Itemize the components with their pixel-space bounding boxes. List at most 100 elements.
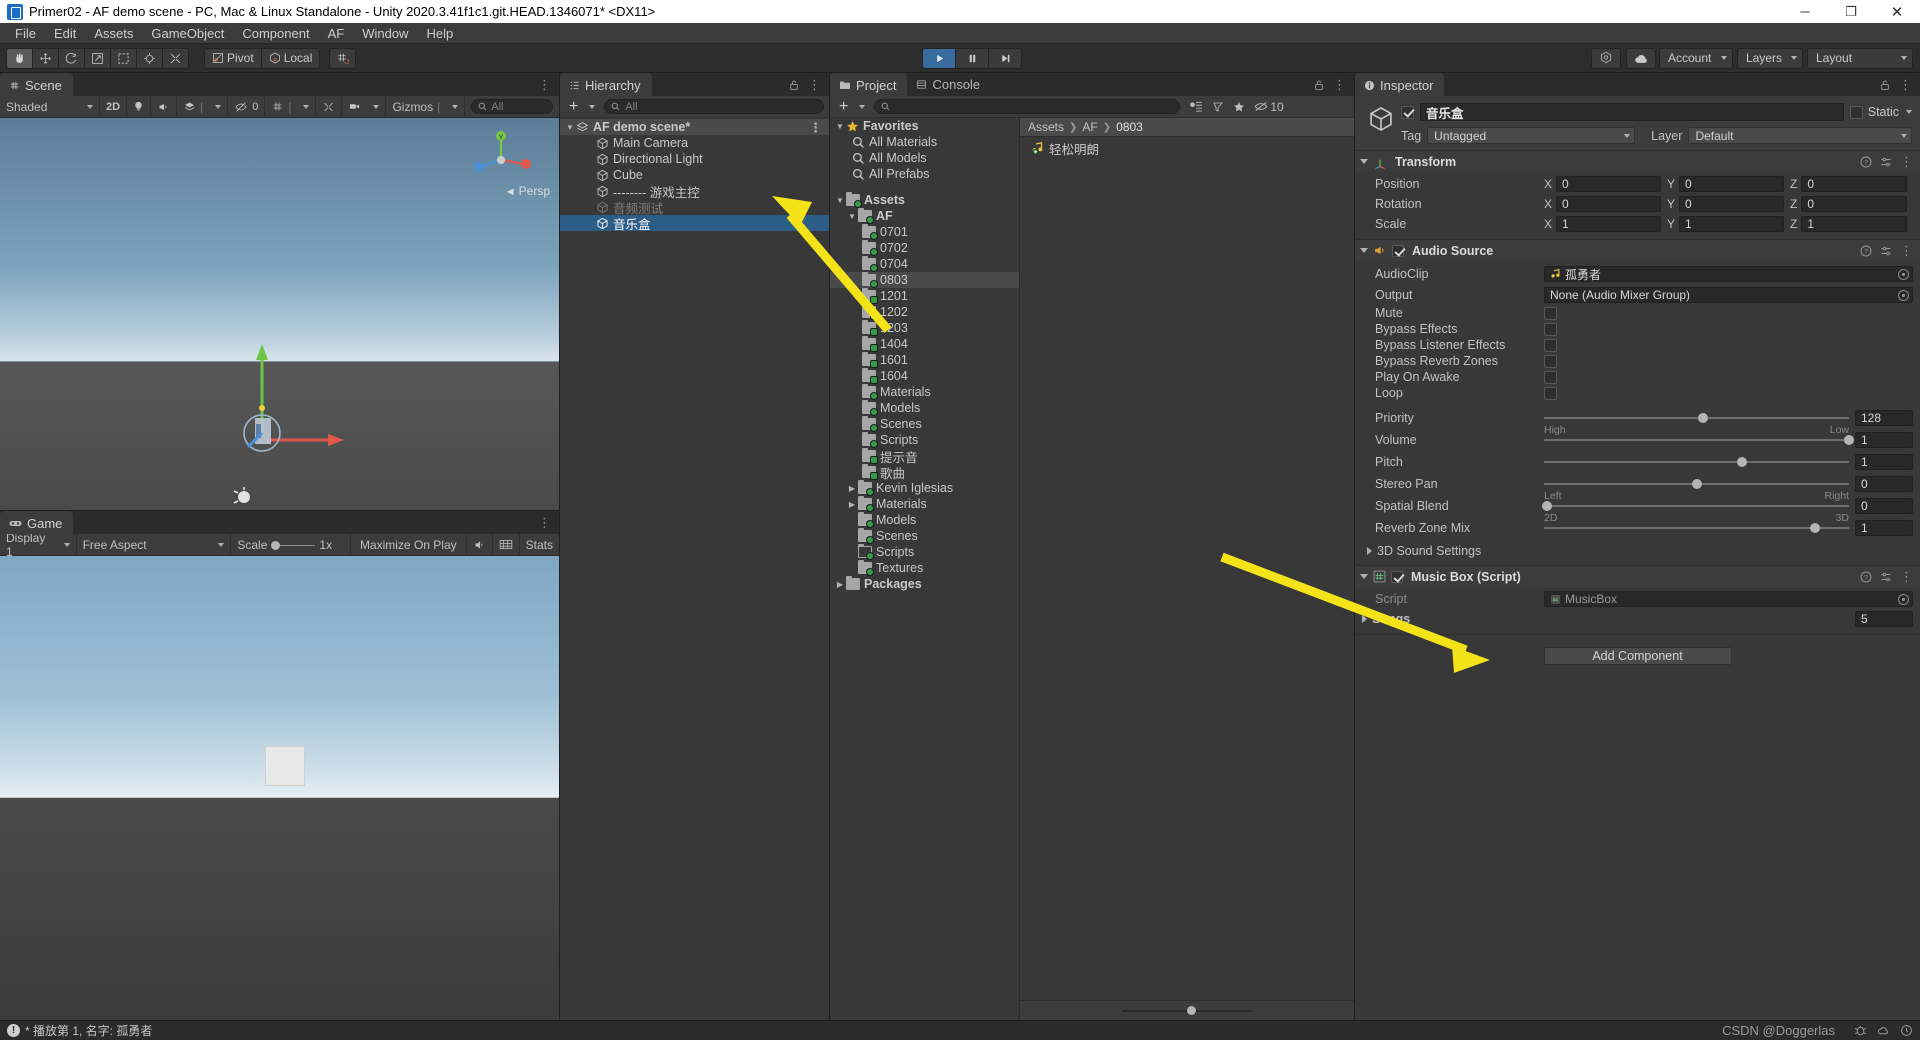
chevron-right-icon[interactable] — [1362, 615, 1367, 623]
directional-light-icon[interactable] — [230, 486, 258, 508]
menu-item-edit[interactable]: Edit — [45, 23, 85, 44]
hierarchy-item-game-controller[interactable]: -------- 游戏主控 — [560, 183, 829, 200]
scene-options-kebab-icon[interactable]: ⋮ — [538, 78, 551, 91]
chevron-right-icon[interactable]: ▶ — [846, 484, 858, 493]
3d-sound-settings-foldout[interactable]: 3D Sound Settings — [1362, 541, 1913, 560]
2d-toggle-button[interactable]: 2D — [100, 95, 128, 118]
cloud-status-icon[interactable] — [1877, 1024, 1890, 1037]
bypass-listener-effects-checkbox[interactable] — [1544, 338, 1557, 352]
transform-kebab-icon[interactable]: ⋮ — [1900, 155, 1913, 168]
project-folder-0701[interactable]: 0701 — [830, 224, 1019, 240]
game-audio-button[interactable] — [467, 533, 493, 556]
scene-grid-dropdown[interactable]: | — [265, 95, 317, 118]
project-folder-1604[interactable]: 1604 — [830, 368, 1019, 384]
audio-source-kebab-icon[interactable]: ⋮ — [1900, 244, 1913, 257]
grid-snap-button[interactable] — [329, 47, 357, 69]
rect-tool-button[interactable] — [110, 47, 137, 69]
move-tool-button[interactable] — [32, 47, 59, 69]
bypass-effects-checkbox[interactable] — [1544, 322, 1557, 336]
hierarchy-tree[interactable]: ▼ AF demo scene* ⋮ Main Camera Direction… — [560, 118, 829, 1020]
filter-type-icon[interactable] — [1189, 101, 1203, 113]
project-folder-kevin-iglesias[interactable]: ▶ Kevin Iglesias — [830, 480, 1019, 496]
music-box-header[interactable]: Music Box (Script) ? ⋮ — [1355, 566, 1920, 587]
audioclip-picker-icon[interactable] — [1898, 268, 1909, 280]
hierarchy-item-main-camera[interactable]: Main Camera — [560, 135, 829, 151]
filter-label-icon[interactable] — [1212, 101, 1224, 113]
object-enabled-checkbox[interactable] — [1401, 105, 1414, 119]
stereo-pan-slider[interactable]: Left Right — [1544, 475, 1849, 502]
music-box-kebab-icon[interactable]: ⋮ — [1900, 570, 1913, 583]
rotation-z-input[interactable]: 0 — [1801, 196, 1907, 212]
breadcrumb-current[interactable]: 0803 — [1116, 120, 1143, 134]
rotate-tool-button[interactable] — [58, 47, 85, 69]
minimize-button[interactable]: ─ — [1782, 0, 1828, 23]
project-folder-1203[interactable]: 1203 — [830, 320, 1019, 336]
hidden-count[interactable]: 10 — [1254, 100, 1284, 114]
music-box-enabled-checkbox[interactable] — [1391, 570, 1403, 583]
project-favorites-root[interactable]: ▼ Favorites — [830, 118, 1019, 134]
loop-checkbox[interactable] — [1544, 386, 1557, 400]
audioclip-objectfield[interactable]: 孤勇者 — [1544, 266, 1913, 282]
hierarchy-scene-root[interactable]: ▼ AF demo scene* ⋮ — [560, 119, 829, 135]
close-button[interactable]: ✕ — [1874, 0, 1920, 23]
play-on-awake-checkbox[interactable] — [1544, 370, 1557, 384]
chevron-down-icon[interactable] — [1360, 159, 1368, 164]
help-icon[interactable]: ? — [1860, 245, 1872, 257]
layers-dropdown[interactable]: Layers — [1737, 47, 1803, 69]
maximize-on-play-button[interactable]: Maximize On Play — [351, 533, 467, 556]
pause-button[interactable] — [955, 47, 989, 69]
add-component-button[interactable]: Add Component — [1543, 647, 1732, 665]
scene-search-input[interactable]: All — [471, 99, 553, 114]
camera-dropdown[interactable] — [342, 95, 387, 118]
game-view[interactable] — [0, 556, 559, 1020]
project-folder-1404[interactable]: 1404 — [830, 336, 1019, 352]
audio-toggle-button[interactable] — [151, 95, 178, 118]
project-folder-0702[interactable]: 0702 — [830, 240, 1019, 256]
fx-dropdown[interactable]: | — [177, 95, 229, 118]
scale-y-input[interactable]: 1 — [1679, 216, 1784, 232]
tag-dropdown[interactable]: Untagged — [1427, 127, 1636, 144]
menu-item-component[interactable]: Component — [233, 23, 318, 44]
help-icon[interactable]: ? — [1860, 571, 1872, 583]
project-item-grid[interactable]: 轻松明朗 — [1020, 137, 1354, 1000]
scale-x-input[interactable]: 1 — [1556, 216, 1661, 232]
transform-header[interactable]: Transform ? ⋮ — [1355, 151, 1920, 172]
scene-view[interactable]: Y ◄ Persp — [0, 118, 559, 510]
chevron-down-icon[interactable]: ▼ — [834, 122, 846, 131]
step-button[interactable] — [988, 47, 1022, 69]
reverb-zone-mix-slider[interactable] — [1544, 519, 1849, 537]
position-z-input[interactable]: 0 — [1801, 176, 1907, 192]
project-folder-af-scenes[interactable]: Scenes — [830, 416, 1019, 432]
zoom-slider-knob[interactable] — [1187, 1005, 1196, 1015]
songs-count-input[interactable]: 5 — [1855, 611, 1913, 627]
hierarchy-options-kebab-icon[interactable]: ⋮ — [808, 78, 821, 91]
scene-search[interactable]: All — [465, 99, 559, 114]
game-gizmos-button[interactable] — [493, 533, 520, 556]
pivot-button[interactable]: Pivot — [204, 47, 262, 69]
project-folder-0704[interactable]: 0704 — [830, 256, 1019, 272]
audio-source-enabled-checkbox[interactable] — [1392, 244, 1404, 257]
preset-icon[interactable] — [1880, 571, 1892, 583]
lock-icon[interactable] — [1880, 79, 1890, 91]
project-add-button[interactable]: + — [835, 98, 869, 115]
project-folder-af-scripts[interactable]: Scripts — [830, 432, 1019, 448]
project-packages-root[interactable]: ▶ Packages — [830, 576, 1019, 592]
stats-button[interactable]: Stats — [520, 534, 559, 556]
cloud-button[interactable] — [1626, 47, 1656, 69]
display-dropdown[interactable]: Display 1 — [0, 531, 77, 559]
project-folder-0803[interactable]: 0803 — [830, 272, 1019, 288]
chevron-down-icon[interactable] — [1906, 110, 1912, 114]
tab-scene[interactable]: Scene — [0, 73, 73, 96]
rotation-x-input[interactable]: 0 — [1556, 196, 1661, 212]
spatial-blend-slider[interactable]: 2D 3D — [1542, 497, 1849, 524]
project-folder-1201[interactable]: 1201 — [830, 288, 1019, 304]
hierarchy-item-directional-light[interactable]: Directional Light — [560, 151, 829, 167]
project-folder-tips[interactable]: 提示音 — [830, 448, 1019, 465]
project-folder-models[interactable]: Models — [830, 512, 1019, 528]
project-favorite-all-models[interactable]: All Models — [830, 150, 1019, 166]
static-checkbox[interactable] — [1849, 105, 1863, 119]
aspect-dropdown[interactable]: Free Aspect — [77, 533, 232, 556]
pitch-slider[interactable] — [1544, 453, 1849, 471]
transform-tool-button[interactable] — [136, 47, 163, 69]
project-favorite-all-materials[interactable]: All Materials — [830, 134, 1019, 150]
